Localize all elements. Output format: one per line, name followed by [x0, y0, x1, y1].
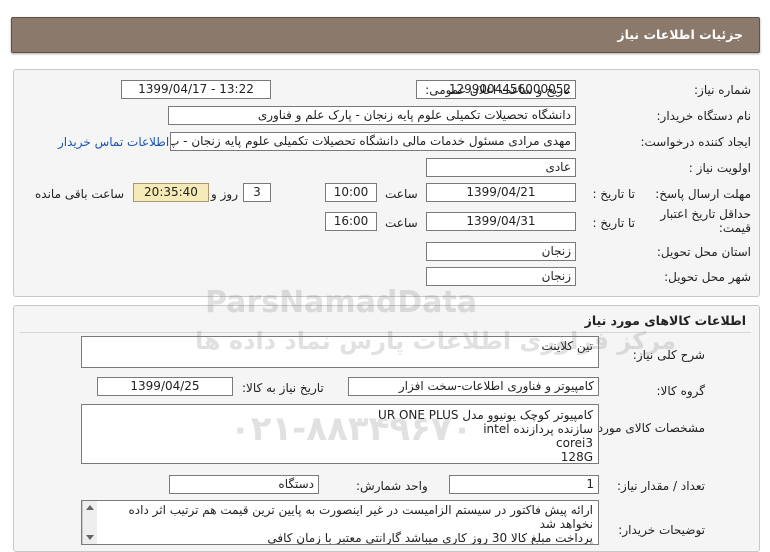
- price-validity-label-text: حداقل تاریخ اعتبار قیمت:: [660, 207, 751, 235]
- requester-label: ایجاد کننده درخواست:: [640, 135, 751, 149]
- page-title: جزئیات اطلاعات نیاز: [617, 27, 743, 42]
- deadline-time-label: ساعت: [385, 187, 418, 201]
- scroll-up-icon[interactable]: [86, 505, 94, 510]
- general-desc-label: شرح کلی نیاز:: [632, 348, 705, 362]
- buyer-notes-scrollbar[interactable]: [82, 501, 97, 544]
- announce-datetime-field: 1399/04/17 - 13:22: [121, 80, 271, 99]
- quantity-field: 1: [449, 475, 599, 494]
- goods-group-label: گروه کالا:: [656, 384, 706, 398]
- price-validity-label: حداقل تاریخ اعتبار قیمت:: [656, 207, 751, 235]
- page-title-bar: جزئیات اطلاعات نیاز: [11, 17, 760, 53]
- deadline-date-field: 1399/04/21: [426, 183, 576, 202]
- buyer-note-line-2: پرداخت مبلغ کالا 30 روز کاری میباشد گارا…: [267, 531, 593, 545]
- priority-label: اولویت نیاز :: [688, 161, 751, 175]
- delivery-province-label: استان محل تحویل:: [656, 245, 751, 259]
- goods-section-divider: [20, 332, 751, 333]
- general-desc-field: تین کلاینت: [81, 336, 599, 368]
- need-info-panel: [13, 69, 760, 297]
- need-number-label: شماره نیاز:: [694, 83, 751, 97]
- goods-section-title: اطلاعات کالاهای مورد نیاز: [584, 313, 746, 328]
- spec-line-4: 128G: [560, 450, 593, 464]
- deadline-until-date-label: تا تاریخ :: [592, 187, 635, 201]
- unit-field: دستگاه: [169, 475, 319, 494]
- delivery-city-label: شهر محل تحویل:: [664, 270, 751, 284]
- validity-date-field: 1399/04/31: [426, 212, 576, 231]
- requester-field: مهدی مرادی مسئول خدمات مالی دانشگاه تحصی…: [170, 132, 576, 151]
- buyer-note-line-1: ارائه پیش فاکتور در سیستم الزامیست در غی…: [128, 503, 593, 531]
- delivery-city-field: زنجان: [426, 267, 576, 286]
- spec-line-3: corei3: [556, 436, 593, 450]
- buyer-org-field: دانشگاه تحصیلات تکمیلی علوم پایه زنجان -…: [168, 106, 576, 125]
- response-deadline-label: مهلت ارسال پاسخ:: [655, 187, 751, 201]
- validity-time-field: 16:00: [325, 212, 377, 231]
- quantity-label: تعداد / مقدار نیاز:: [617, 479, 705, 493]
- goods-specs-field: کامپیوتر کوچک یونیوو مدل UR ONE PLUS ساز…: [81, 404, 599, 464]
- days-label: روز و: [211, 187, 238, 201]
- buyer-notes-label: توضیحات خریدار:: [618, 523, 705, 537]
- spec-line-2: سازنده پردازنده intel: [483, 422, 593, 436]
- validity-until-date-label: تا تاریخ :: [592, 216, 635, 230]
- scroll-down-icon[interactable]: [86, 535, 94, 540]
- remaining-time-field: 20:35:40: [133, 183, 209, 202]
- spec-line-1: کامپیوتر کوچک یونیوو مدل UR ONE PLUS: [378, 408, 593, 422]
- announce-datetime-label: تاریخ و ساعت اعلان عمومی:: [425, 83, 570, 97]
- deadline-time-field: 10:00: [325, 183, 377, 202]
- need-date-field: 1399/04/25: [97, 377, 233, 396]
- remaining-days-field: 3: [243, 183, 271, 202]
- buyer-org-label: نام دستگاه خریدار:: [656, 109, 752, 123]
- need-date-label: تاریخ نیاز به کالا:: [242, 381, 324, 395]
- priority-field: عادی: [426, 158, 576, 177]
- remaining-time-label: ساعت باقی مانده: [35, 187, 125, 201]
- buyer-notes-field[interactable]: ارائه پیش فاکتور در سیستم الزامیست در غی…: [81, 500, 599, 545]
- unit-label: واحد شمارش:: [356, 479, 428, 493]
- buyer-contact-link[interactable]: اطلاعات تماس خریدار: [58, 135, 169, 149]
- validity-time-label: ساعت: [385, 216, 418, 230]
- goods-group-field: کامپیوتر و فناوری اطلاعات-سخت افزار: [348, 377, 599, 396]
- delivery-province-field: زنجان: [426, 242, 576, 261]
